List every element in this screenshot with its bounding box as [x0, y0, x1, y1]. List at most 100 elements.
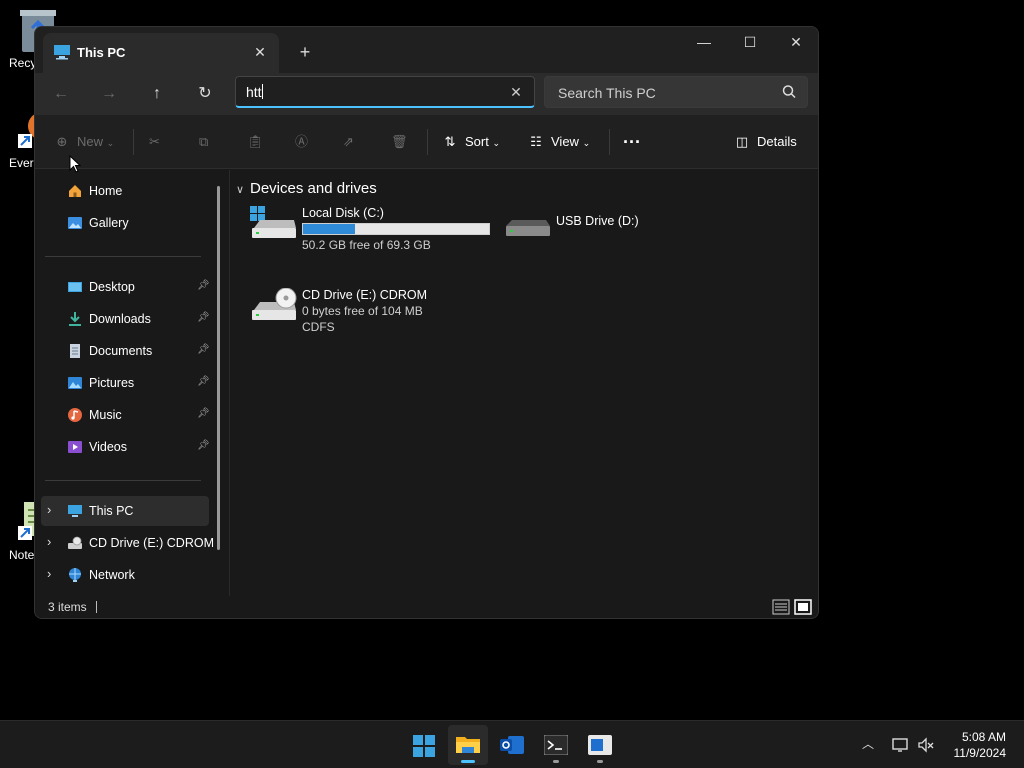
more-options-icon[interactable]: ··· [623, 127, 641, 157]
title-bar[interactable]: This PC ✕ + — ☐ ✕ [35, 27, 818, 73]
taskbar-file-explorer[interactable] [448, 725, 488, 765]
start-icon [413, 735, 435, 757]
outlook-icon [500, 736, 524, 754]
sidebar-item-network[interactable]: › Network [41, 560, 209, 590]
sidebar-item-videos[interactable]: Videos 📌︎ [41, 432, 210, 462]
gallery-icon [68, 217, 82, 229]
clock-time: 5:08 AM [961, 730, 1006, 744]
item-count: 3 items [48, 600, 87, 614]
home-icon [69, 185, 81, 197]
sidebar-item-this-pc[interactable]: › This PC [41, 496, 209, 526]
forward-icon[interactable]: → [93, 79, 125, 109]
everything-label: Ever [9, 156, 34, 170]
drive-usage-fill [303, 224, 356, 234]
pin-icon[interactable]: 📌︎ [197, 280, 210, 294]
address-bar[interactable]: htt ✕ [235, 76, 535, 108]
sidebar-scrollbar[interactable] [217, 186, 220, 550]
downloads-icon [69, 312, 81, 326]
drive-file-system: CDFS [302, 320, 335, 334]
pin-icon[interactable]: 📌︎ [197, 312, 210, 326]
clock-date: 11/9/2024 [953, 746, 1007, 760]
sidebar-item-home[interactable]: Home [41, 176, 209, 206]
sidebar-item-label: Documents [89, 344, 153, 358]
search-icon[interactable] [781, 84, 797, 100]
pin-icon[interactable]: 📌︎ [197, 344, 210, 358]
pin-icon[interactable]: 📌︎ [197, 440, 210, 454]
notepad-label: Note [9, 548, 35, 562]
divider [133, 129, 134, 155]
back-icon[interactable]: ← [45, 79, 77, 109]
sidebar-divider [45, 256, 201, 257]
divider [609, 129, 610, 155]
sidebar-item-desktop[interactable]: Desktop 📌︎ [41, 272, 210, 302]
chevron-right-icon[interactable]: › [47, 502, 51, 517]
new-button[interactable]: ⊕ New ⌄ [53, 127, 115, 157]
chevron-right-icon[interactable]: › [47, 566, 51, 581]
cd-drive-icon [68, 536, 82, 549]
taskbar-app[interactable] [580, 725, 620, 765]
navigation-bar: ← → ↑ ↻ htt ✕ Search This PC [35, 73, 818, 115]
start-button[interactable] [404, 725, 444, 765]
pin-icon[interactable]: 📌︎ [197, 408, 210, 422]
taskbar-terminal[interactable] [536, 725, 576, 765]
paste-icon[interactable]: 📋︎ [247, 127, 264, 157]
sidebar-item-label: Downloads [89, 312, 151, 326]
sidebar-item-downloads[interactable]: Downloads 📌︎ [41, 304, 210, 334]
sidebar-item-label: Pictures [89, 376, 135, 390]
this-pc-icon [68, 505, 82, 517]
tiles-view-icon[interactable] [794, 599, 812, 615]
volume-muted-icon[interactable] [916, 735, 936, 755]
text-caret [261, 84, 263, 99]
sidebar-item-label: This PC [89, 504, 134, 518]
close-tab-icon[interactable]: ✕ [249, 41, 271, 63]
status-bar: 3 items [35, 596, 818, 618]
sidebar-item-pictures[interactable]: Pictures 📌︎ [41, 368, 210, 398]
close-window-icon[interactable]: ✕ [773, 27, 818, 59]
cut-icon[interactable]: ✂ [149, 127, 160, 157]
view-label: View [551, 134, 579, 149]
group-title: Devices and drives [250, 180, 377, 197]
tab-this-pc[interactable]: This PC ✕ [43, 33, 279, 73]
sidebar-item-gallery[interactable]: Gallery [41, 208, 209, 238]
copy-icon[interactable]: ⧉ [199, 127, 208, 157]
running-indicator [553, 760, 559, 763]
drive-usb-d[interactable]: USB Drive (D:) [504, 214, 664, 254]
drive-name: Local Disk (C:) [302, 206, 384, 220]
refresh-icon[interactable]: ↻ [189, 79, 221, 109]
videos-icon [68, 441, 82, 453]
network-status-icon[interactable] [890, 735, 910, 755]
new-tab-icon[interactable]: + [293, 40, 317, 64]
rename-icon[interactable]: Ⓐ [295, 127, 308, 157]
search-box[interactable]: Search This PC [544, 76, 808, 108]
active-indicator [461, 760, 475, 763]
share-icon[interactable]: ⇗ [343, 127, 354, 157]
details-view-icon[interactable] [772, 599, 790, 615]
network-icon [69, 568, 81, 582]
sort-button[interactable]: ⇅ Sort ⌄ [441, 127, 500, 157]
divider [427, 129, 428, 155]
address-input-text[interactable]: htt [246, 84, 263, 100]
group-header[interactable]: ∨ Devices and drives [236, 180, 377, 197]
taskbar-outlook[interactable] [492, 725, 532, 765]
view-button[interactable]: ☷ View ⌄ [527, 127, 590, 157]
pin-icon[interactable]: 📌︎ [197, 376, 210, 390]
maximize-icon[interactable]: ☐ [727, 27, 773, 59]
chevron-right-icon[interactable]: › [47, 534, 51, 549]
delete-icon[interactable]: 🗑︎ [391, 127, 408, 157]
show-hidden-icons-chevron-up-icon[interactable]: ︿ [858, 735, 878, 755]
minimize-icon[interactable]: — [681, 27, 727, 59]
clear-address-icon[interactable]: ✕ [506, 82, 526, 102]
chevron-down-icon: ∨ [236, 184, 245, 196]
sidebar-item-cd-drive[interactable]: › CD Drive (E:) CDROM [41, 528, 214, 558]
drive-cd-e[interactable]: CD Drive (E:) CDROM 0 bytes free of 104 … [250, 288, 500, 338]
sidebar-item-music[interactable]: Music 📌︎ [41, 400, 210, 430]
sort-label: Sort [465, 134, 489, 149]
details-button[interactable]: ◫ Details [733, 127, 797, 157]
drive-local-disk-c[interactable]: Local Disk (C:) 50.2 GB free of 69.3 GB [250, 206, 500, 252]
sidebar-item-label: Videos [89, 440, 127, 454]
status-divider [96, 601, 97, 613]
system-clock[interactable]: 5:08 AM 11/9/2024 [954, 729, 1007, 761]
up-icon[interactable]: ↑ [141, 79, 173, 109]
sidebar-item-label: Music [89, 408, 122, 422]
sidebar-item-documents[interactable]: Documents 📌︎ [41, 336, 210, 366]
